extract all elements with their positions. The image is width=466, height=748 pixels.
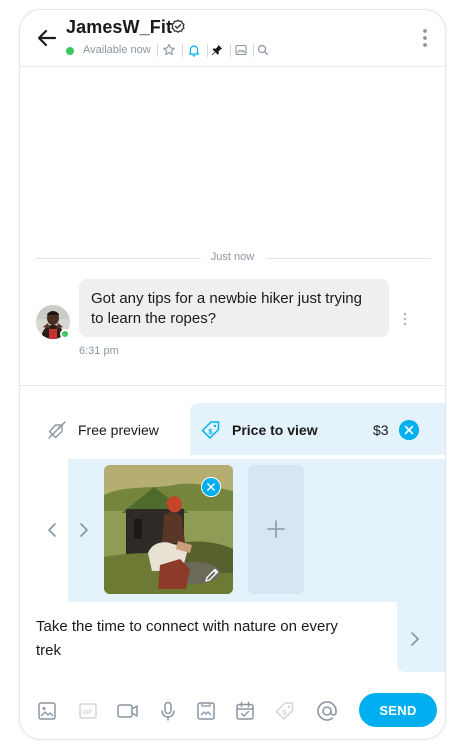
tab-free-preview[interactable]: Free preview xyxy=(46,418,159,442)
more-vertical-icon[interactable] xyxy=(421,28,429,48)
at-icon[interactable] xyxy=(315,699,339,723)
header-separator xyxy=(207,44,208,57)
svg-text:GIF: GIF xyxy=(82,710,92,716)
edit-media-icon[interactable] xyxy=(203,566,221,584)
chevron-left-icon[interactable] xyxy=(46,521,58,539)
tab-free-preview-label: Free preview xyxy=(78,422,159,438)
header-separator xyxy=(182,44,183,57)
star-icon[interactable] xyxy=(162,43,176,57)
timeline-divider-label: Just now xyxy=(210,251,255,263)
back-arrow-icon[interactable] xyxy=(35,26,59,50)
price-value[interactable]: $3 xyxy=(373,422,389,438)
avatar-online-dot xyxy=(60,329,70,339)
message-input[interactable]: Take the time to connect with nature on … xyxy=(36,615,366,667)
pin-icon[interactable] xyxy=(210,43,224,57)
chat-window: JamesW_Fit Available now Just now Got an… xyxy=(19,9,446,740)
send-button[interactable]: SEND xyxy=(359,693,437,727)
tag-icon[interactable]: $ xyxy=(274,700,296,722)
chat-user-name[interactable]: JamesW_Fit xyxy=(66,17,172,38)
timeline-divider xyxy=(266,258,431,259)
calendar-icon[interactable] xyxy=(234,700,256,722)
message-time: 6:31 pm xyxy=(79,345,119,357)
header-separator xyxy=(253,44,254,57)
free-preview-icon xyxy=(48,421,66,439)
clear-price-icon[interactable] xyxy=(399,420,419,440)
vault-icon[interactable] xyxy=(195,700,217,722)
add-media-button[interactable] xyxy=(248,465,304,594)
bell-icon[interactable] xyxy=(187,43,201,57)
gif-icon[interactable]: GIF xyxy=(77,700,99,722)
message-more-icon[interactable] xyxy=(403,312,407,326)
image-icon[interactable] xyxy=(234,43,248,57)
verified-icon xyxy=(171,19,185,34)
header-separator xyxy=(157,44,158,57)
chevron-right-icon[interactable] xyxy=(78,521,90,539)
price-tag-icon: $ xyxy=(201,421,220,439)
chat-header: JamesW_Fit Available now xyxy=(20,10,445,67)
message-bubble: Got any tips for a newbie hiker just try… xyxy=(79,279,389,337)
tab-price-to-view[interactable]: $ Price to view xyxy=(200,418,318,442)
header-separator xyxy=(230,44,231,57)
user-status: Available now xyxy=(83,44,151,56)
chevron-right-icon xyxy=(411,632,419,646)
video-icon[interactable] xyxy=(116,700,140,722)
search-icon[interactable] xyxy=(256,43,270,57)
online-status-dot xyxy=(66,47,74,55)
composer-side-panel[interactable] xyxy=(397,602,445,672)
composer-divider xyxy=(20,385,445,386)
microphone-icon[interactable] xyxy=(157,700,179,722)
image-icon[interactable] xyxy=(36,700,58,722)
remove-media-icon[interactable] xyxy=(201,477,221,497)
tab-price-to-view-label: Price to view xyxy=(232,422,318,438)
plus-icon xyxy=(267,520,285,538)
